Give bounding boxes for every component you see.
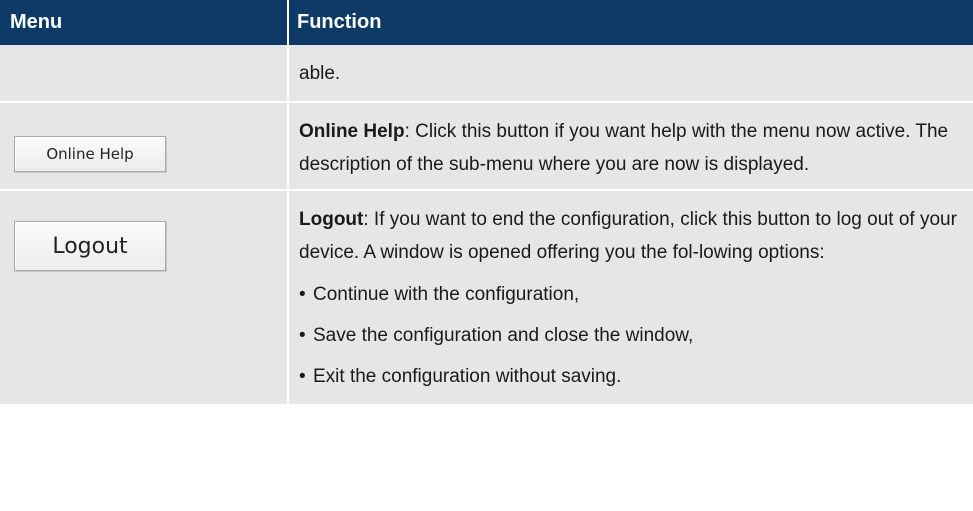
continued-text: able. bbox=[299, 63, 341, 84]
logout-description: Logout: If you want to end the configura… bbox=[299, 203, 957, 269]
table-row-continued: able. bbox=[0, 45, 973, 103]
table-row-logout: Logout Logout: If you want to end the co… bbox=[0, 190, 973, 406]
logout-term: Logout bbox=[299, 209, 364, 230]
logout-text: : If you want to end the configuration, … bbox=[299, 209, 957, 263]
list-item: Save the configuration and close the win… bbox=[299, 320, 957, 352]
logout-button[interactable]: Logout bbox=[14, 221, 166, 271]
list-item: Exit the configuration without saving. bbox=[299, 361, 957, 393]
list-item: Continue with the configuration, bbox=[299, 279, 957, 311]
function-cell-continued: able. bbox=[288, 45, 973, 103]
menu-cell-online-help: Online Help bbox=[0, 102, 289, 191]
menu-cell-logout: Logout bbox=[0, 190, 289, 406]
table-header-row: Menu Function bbox=[0, 0, 973, 45]
online-help-button[interactable]: Online Help bbox=[14, 136, 166, 172]
logout-options-list: Continue with the configuration, Save th… bbox=[299, 279, 957, 393]
online-help-term: Online Help bbox=[299, 121, 405, 142]
header-menu: Menu bbox=[0, 0, 289, 45]
menu-cell-empty bbox=[0, 45, 289, 103]
table-row-online-help: Online Help Online Help: Click this butt… bbox=[0, 102, 973, 191]
online-help-description: Online Help: Click this button if you wa… bbox=[299, 115, 957, 181]
function-table: Menu Function able. Online Help Online H… bbox=[0, 0, 973, 406]
function-cell-online-help: Online Help: Click this button if you wa… bbox=[288, 102, 973, 191]
function-cell-logout: Logout: If you want to end the configura… bbox=[288, 190, 973, 406]
header-function: Function bbox=[288, 0, 973, 45]
